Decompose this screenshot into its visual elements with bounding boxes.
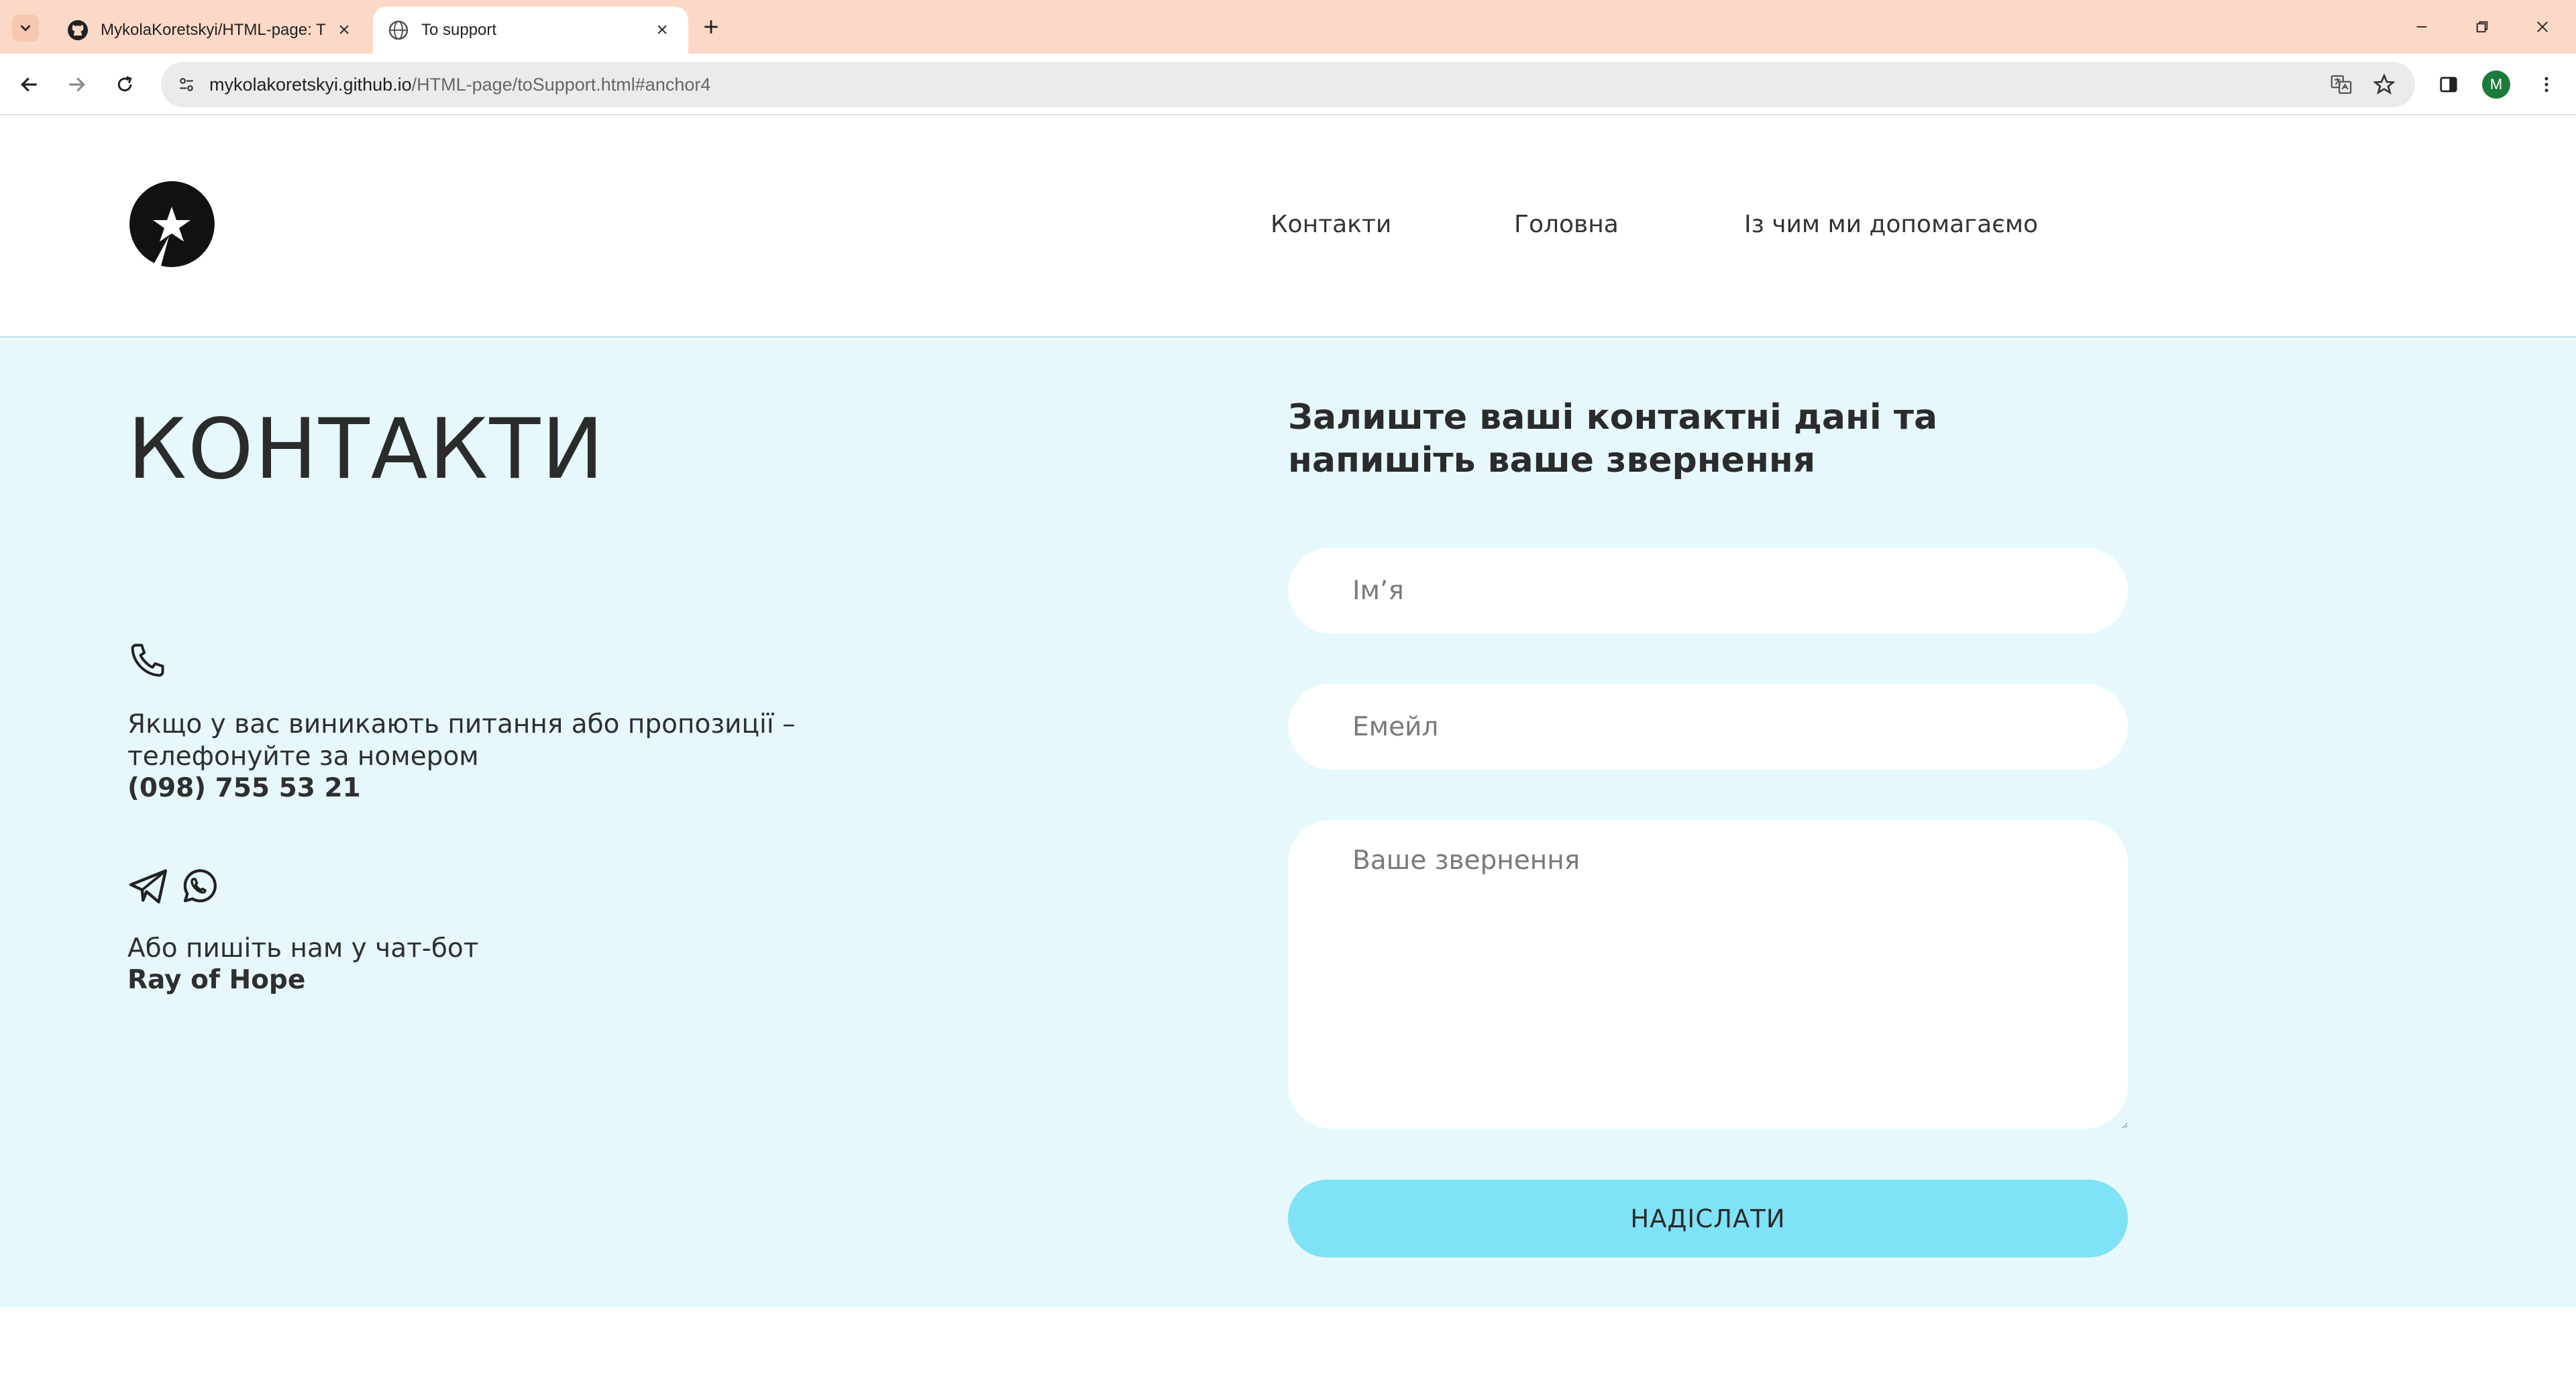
side-panel-icon (2440, 76, 2457, 93)
browser-menu-button[interactable] (2530, 68, 2563, 101)
minimize-button[interactable] (2402, 12, 2442, 42)
contacts-section: КОНТАКТИ Якщо у вас виникають питання аб… (0, 340, 2576, 1307)
chevron-down-icon (20, 25, 31, 32)
back-button[interactable] (13, 68, 46, 101)
tab-title: MykolaKoretskyi/HTML-page: T (101, 21, 326, 39)
reload-button[interactable] (109, 68, 141, 101)
telegram-icon[interactable] (127, 866, 169, 907)
arrow-right-icon (69, 77, 85, 92)
avatar-initial: M (2489, 76, 2503, 93)
nav-link-home[interactable]: Головна (1514, 211, 1619, 238)
nav-link-contacts[interactable]: Контакти (1271, 211, 1391, 238)
arrow-left-icon (21, 77, 37, 92)
name-input[interactable] (1288, 548, 2128, 633)
browser-toolbar: mykolakoretskyi.github.io/HTML-page/toSu… (0, 54, 2576, 115)
tab-title: To support (421, 21, 497, 39)
bookmark-star-icon[interactable] (2371, 71, 2398, 98)
phone-text-line2: телефонуйте за номером (127, 741, 479, 772)
tab-to-support[interactable]: To support × (373, 7, 688, 54)
message-textarea[interactable] (1288, 820, 2128, 1129)
chat-bot-name[interactable]: Ray of Hope (127, 965, 305, 995)
site-info-icon[interactable] (173, 71, 200, 98)
close-icon[interactable]: × (333, 19, 356, 42)
site-header: Контакти Головна Із чим ми допомагаємо (0, 117, 2576, 338)
url-domain: mykolakoretskyi.github.io (209, 74, 412, 95)
minimize-icon (2416, 26, 2427, 28)
globe-icon (388, 20, 409, 40)
close-icon (2537, 21, 2548, 32)
form-heading-line1: Залиште ваші контактні дані та (1288, 397, 1938, 438)
phone-text-line1: Якщо у вас виникають питання або пропози… (127, 709, 796, 739)
restore-icon (2476, 21, 2488, 33)
translate-icon[interactable] (2328, 71, 2355, 98)
whatsapp-icon[interactable] (178, 866, 219, 906)
nav-link-help[interactable]: Із чим ми допомагаємо (1744, 211, 2038, 238)
plus-icon (704, 20, 718, 34)
url-text: mykolakoretskyi.github.io/HTML-page/toSu… (209, 74, 710, 95)
close-window-button[interactable] (2522, 12, 2563, 42)
more-vertical-icon (2544, 76, 2548, 93)
github-icon (68, 20, 88, 40)
email-input[interactable] (1288, 684, 2128, 770)
forward-button[interactable] (60, 68, 93, 101)
page-title: КОНТАКТИ (127, 401, 605, 498)
close-icon[interactable]: × (651, 19, 674, 42)
tab-search-button[interactable] (12, 15, 39, 42)
profile-avatar[interactable]: M (2482, 70, 2510, 99)
restore-button[interactable] (2462, 12, 2502, 42)
new-tab-button[interactable] (698, 13, 724, 40)
submit-button[interactable]: НАДІСЛАТИ (1288, 1180, 2128, 1257)
url-path: /HTML-page/toSupport.html#anchor4 (411, 74, 711, 95)
tab-strip: MykolaKoretskyi/HTML-page: T × To suppor… (0, 0, 2576, 54)
form-heading: Залиште ваші контактні дані та напишіть … (1288, 396, 1937, 482)
reload-icon (117, 76, 132, 92)
side-panel-button[interactable] (2432, 68, 2465, 101)
address-bar[interactable]: mykolakoretskyi.github.io/HTML-page/toSu… (161, 62, 2415, 107)
phone-icon (131, 644, 164, 677)
phone-number[interactable]: (098) 755 53 21 (127, 773, 361, 803)
tab-github[interactable]: MykolaKoretskyi/HTML-page: T × (52, 7, 370, 54)
chat-text: Або пишіть нам у чат-бот (127, 933, 479, 964)
form-heading-line2: напишіть ваше звернення (1288, 440, 1816, 480)
star-logo-icon[interactable] (127, 180, 216, 268)
